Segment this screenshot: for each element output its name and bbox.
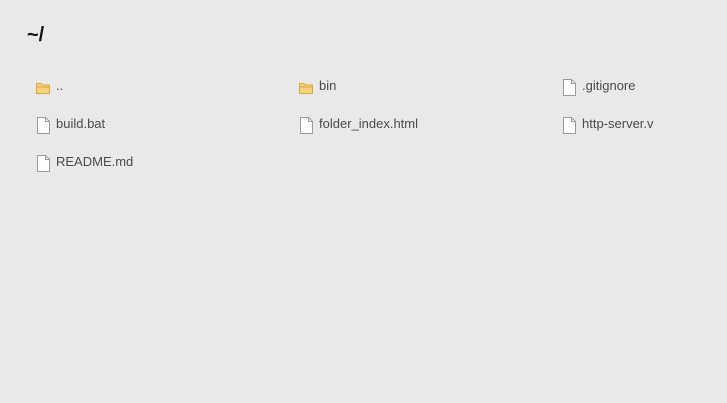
list-item-label: folder_index.html (319, 116, 418, 131)
list-item-http-server-v[interactable]: http-server.v (562, 115, 726, 153)
list-item-label: .gitignore (582, 78, 636, 93)
file-icon (562, 116, 577, 134)
list-item-label: build.bat (56, 116, 106, 131)
list-item-readme-md[interactable]: README.md (36, 153, 299, 191)
list-item-bin[interactable]: bin (299, 77, 562, 115)
file-icon (36, 116, 51, 134)
list-item-build-bat[interactable]: build.bat (36, 115, 299, 153)
list-item-folder-index-html[interactable]: folder_index.html (299, 115, 562, 153)
list-item-label: README.md (56, 154, 134, 169)
file-icon (36, 154, 51, 172)
folder-icon (36, 78, 51, 96)
file-icon (562, 78, 577, 96)
folder-icon (299, 78, 314, 96)
list-item-gitignore[interactable]: .gitignore (562, 77, 726, 115)
list-item-label: .. (56, 78, 64, 93)
file-icon (299, 116, 314, 134)
list-item-parent-folder[interactable]: .. (36, 77, 299, 115)
list-item-label: bin (319, 78, 337, 93)
file-listing: .. bin .gitignore build.bat folder_index… (36, 77, 726, 191)
list-item-label: http-server.v (582, 116, 654, 131)
page-title: ~/ (27, 24, 45, 46)
